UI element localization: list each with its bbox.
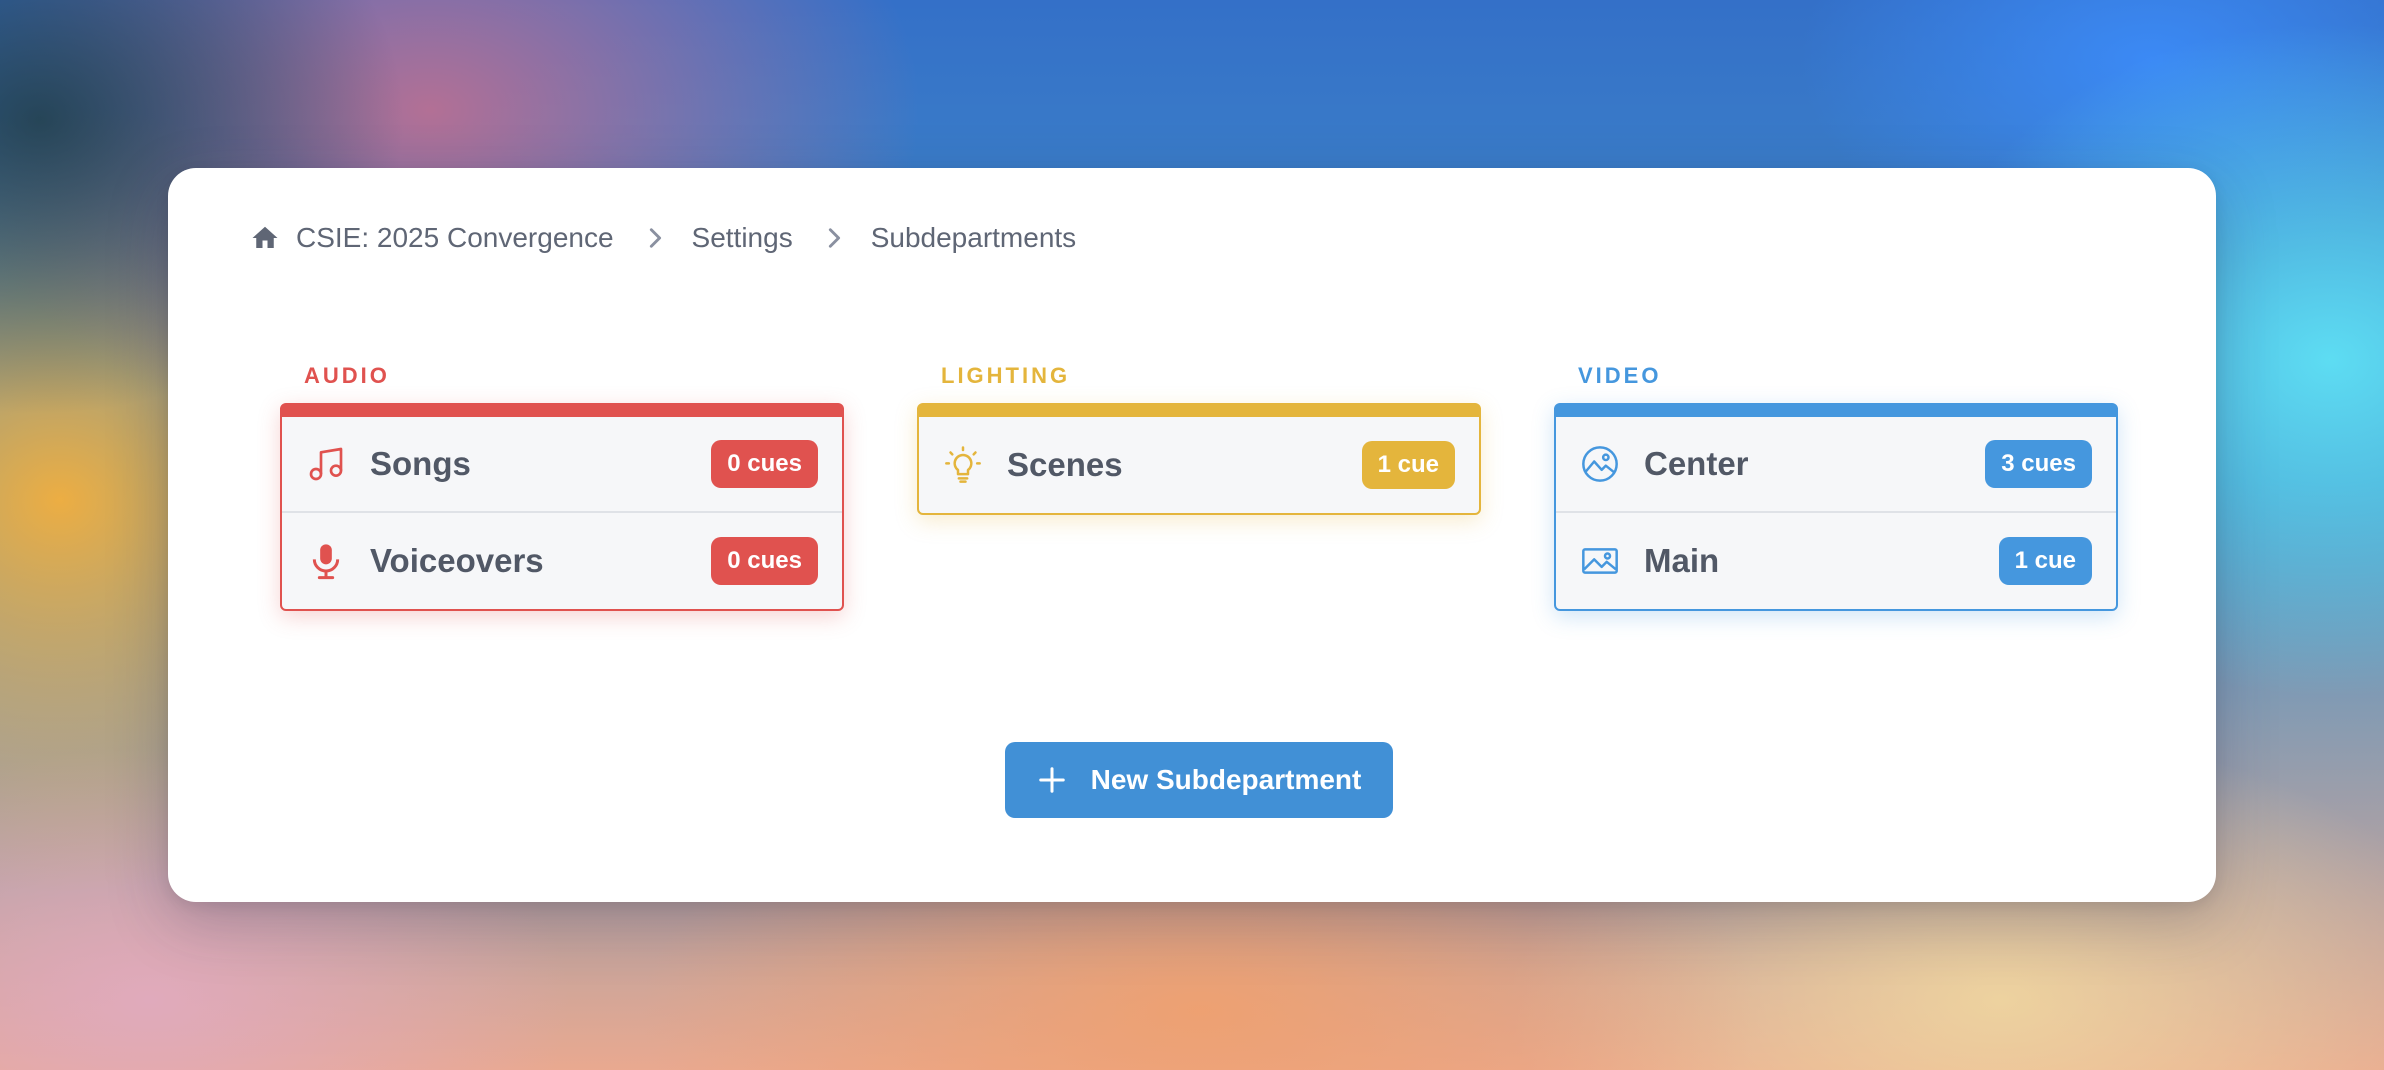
lightbulb-icon [943, 445, 983, 485]
cue-count-badge: 3 cues [1985, 440, 2092, 488]
music-note-icon [306, 444, 346, 484]
subdepartment-name: Center [1644, 445, 1749, 482]
image-circle-icon [1580, 444, 1620, 484]
subdepartment-name: Scenes [1007, 446, 1123, 483]
subdepartment-row-songs[interactable]: Songs 0 cues [282, 417, 842, 513]
microphone-icon [306, 541, 346, 581]
department-video: VIDEO Center 3 cues Main 1 cue [1554, 363, 2118, 611]
cue-count-badge: 1 cue [1998, 537, 2092, 585]
subdepartments-card: CSIE: 2025 Convergence Settings Subdepar… [168, 168, 2216, 902]
image-icon [1580, 541, 1620, 581]
breadcrumb-item-settings[interactable]: Settings [692, 222, 793, 254]
subdepartment-list: Scenes 1 cue [917, 403, 1481, 515]
new-subdepartment-label: New Subdepartment [1090, 764, 1362, 795]
department-title: AUDIO [304, 363, 390, 388]
department-audio: AUDIO Songs 0 cues Voiceovers 0 cues [280, 363, 844, 611]
subdepartment-name: Songs [370, 445, 471, 482]
home-icon[interactable] [250, 223, 280, 253]
cue-count-badge: 0 cues [711, 537, 818, 585]
subdepartment-row-scenes[interactable]: Scenes 1 cue [919, 417, 1479, 513]
chevron-right-icon [644, 227, 666, 249]
new-subdepartment-button[interactable]: New Subdepartment [1005, 742, 1393, 818]
subdepartment-name: Main [1644, 542, 1720, 579]
subdepartment-row-voiceovers[interactable]: Voiceovers 0 cues [282, 513, 842, 609]
subdepartment-row-center[interactable]: Center 3 cues [1556, 417, 2116, 513]
subdepartment-list: Center 3 cues Main 1 cue [1554, 403, 2118, 611]
plus-icon [1037, 765, 1067, 795]
breadcrumb-item-event[interactable]: CSIE: 2025 Convergence [296, 222, 614, 254]
chevron-right-icon [823, 227, 845, 249]
subdepartment-list: Songs 0 cues Voiceovers 0 cues [280, 403, 844, 611]
department-title: VIDEO [1578, 363, 1662, 388]
department-title: LIGHTING [941, 363, 1071, 388]
cue-count-badge: 1 cue [1361, 441, 1455, 489]
subdepartment-row-main[interactable]: Main 1 cue [1556, 513, 2116, 609]
subdepartment-name: Voiceovers [370, 542, 544, 579]
breadcrumb-item-subdepartments: Subdepartments [870, 222, 1077, 253]
department-lighting: LIGHTING Scenes 1 cue [917, 363, 1481, 515]
breadcrumb: CSIE: 2025 Convergence Settings Subdepar… [250, 218, 1076, 258]
cue-count-badge: 0 cues [711, 440, 818, 488]
